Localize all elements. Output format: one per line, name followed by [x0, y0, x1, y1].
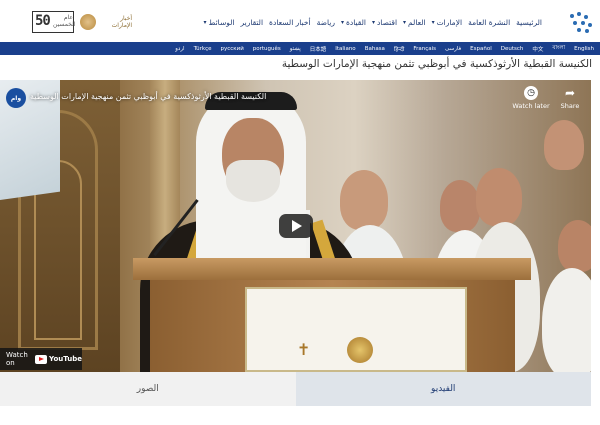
speaker-beard	[226, 160, 280, 202]
video-player[interactable]: ✝ وام الكنيسة القبطية الأرثوذكسية في أبو…	[0, 80, 591, 372]
page-headline: الكنيسة القبطية الأرثوذكسية في أبوظبي تث…	[281, 58, 592, 70]
nav-item[interactable]: التقارير	[240, 18, 263, 27]
language-link[interactable]: русский	[221, 46, 244, 52]
nav-item-label: الإمارات	[436, 17, 463, 27]
nav-item[interactable]: رياضة	[317, 18, 335, 27]
language-link[interactable]: پښتو	[290, 46, 301, 52]
tab-photos[interactable]: الصور	[0, 372, 296, 406]
emblem-icon	[80, 14, 96, 30]
nav-item-label: اقتصاد	[376, 17, 398, 27]
nav-item[interactable]: النشرة العامة	[468, 18, 510, 27]
logo-number: 50	[35, 13, 51, 29]
play-button[interactable]	[279, 214, 313, 238]
wam-logo[interactable]	[548, 12, 594, 34]
year-of-fifty-logo[interactable]: 50 عام الخمسين	[32, 11, 76, 33]
nav-item[interactable]: أخبار السعادة	[269, 18, 311, 27]
clock-icon: ◷	[524, 86, 538, 100]
language-link[interactable]: Deutsch	[501, 46, 524, 52]
nav-item-label: القيادة	[345, 17, 366, 27]
language-link[interactable]: Türkçe	[194, 46, 212, 52]
chevron-down-icon: ▾	[431, 18, 435, 26]
nav-item-label: الوسائط	[208, 17, 235, 27]
watch-later-label: Watch later	[512, 102, 550, 110]
watch-later-button[interactable]: ◷ Watch later	[512, 86, 550, 110]
nav-item[interactable]: ▾ القيادة	[341, 18, 366, 27]
nav-item-label: الرئيسية	[516, 17, 542, 27]
saint-icon	[347, 337, 373, 363]
language-bar: English বাংলা 中文 Deutsch Español فارسی Françai…	[0, 42, 600, 55]
language-link[interactable]: Español	[470, 46, 492, 52]
language-link[interactable]: Italiano	[335, 46, 355, 52]
language-link[interactable]: English	[574, 46, 594, 52]
nav-item-label: العالم	[408, 17, 426, 27]
share-label: Share	[560, 102, 580, 110]
watch-on-label: Watch on	[6, 351, 28, 367]
emblem-logo[interactable]: أخبار الإمارات	[80, 12, 132, 32]
nav-item[interactable]: ▾ اقتصاد	[372, 18, 397, 27]
nav-item[interactable]: الرئيسية	[516, 18, 542, 27]
share-icon: ➦	[564, 86, 576, 100]
play-icon	[292, 220, 302, 232]
language-link[interactable]: हिन्दी	[394, 45, 404, 53]
language-link[interactable]: 中文	[532, 45, 543, 53]
podium-top	[133, 258, 531, 280]
video-title[interactable]: الكنيسة القبطية الأرثوذكسية في أبوظبي تث…	[30, 92, 266, 101]
language-link[interactable]: português	[253, 46, 281, 52]
logo-text: عام الخمسين	[53, 14, 76, 28]
language-link[interactable]: فارسی	[445, 46, 461, 52]
chevron-down-icon: ▾	[203, 18, 207, 26]
podium-cloth: ✝	[245, 287, 467, 372]
chevron-down-icon: ▾	[403, 18, 407, 26]
nav-item-label: النشرة العامة	[468, 17, 511, 27]
language-link[interactable]: اردو	[175, 46, 184, 52]
language-link[interactable]: Français	[413, 46, 436, 52]
language-link[interactable]: 日本語	[310, 45, 327, 53]
share-button[interactable]: ➦ Share	[555, 86, 585, 110]
channel-avatar[interactable]: وام	[6, 88, 26, 108]
emblem-text: أخبار الإمارات	[111, 15, 132, 29]
nav-item-label: التقارير	[240, 17, 264, 27]
youtube-logo: YouTube	[35, 354, 82, 364]
site-header: 50 عام الخمسين أخبار الإمارات الرئيسية ال…	[0, 0, 600, 42]
cross-icon: ✝	[297, 340, 311, 359]
nav-item[interactable]: ▾ الإمارات	[432, 18, 462, 27]
nav-item-label: أخبار السعادة	[269, 17, 311, 27]
chevron-down-icon: ▾	[371, 18, 375, 26]
chevron-down-icon: ▾	[340, 18, 344, 26]
language-link[interactable]: বাংলা	[552, 45, 565, 53]
youtube-icon	[35, 354, 48, 364]
nav-item[interactable]: ▾ الوسائط	[203, 18, 234, 27]
nav-item-label: رياضة	[316, 17, 335, 27]
main-nav: الرئيسية النشرة العامة ▾ الإمارات ▾ العالم ▾ اق…	[203, 13, 542, 31]
language-link[interactable]: Bahasa	[365, 46, 385, 52]
wam-dots-icon	[568, 12, 594, 34]
media-tabs: الصور الفيديو	[0, 372, 591, 406]
tab-video[interactable]: الفيديو	[295, 372, 591, 406]
watch-on-youtube-button[interactable]: Watch on YouTube	[0, 348, 82, 370]
nav-item[interactable]: ▾ العالم	[403, 18, 426, 27]
